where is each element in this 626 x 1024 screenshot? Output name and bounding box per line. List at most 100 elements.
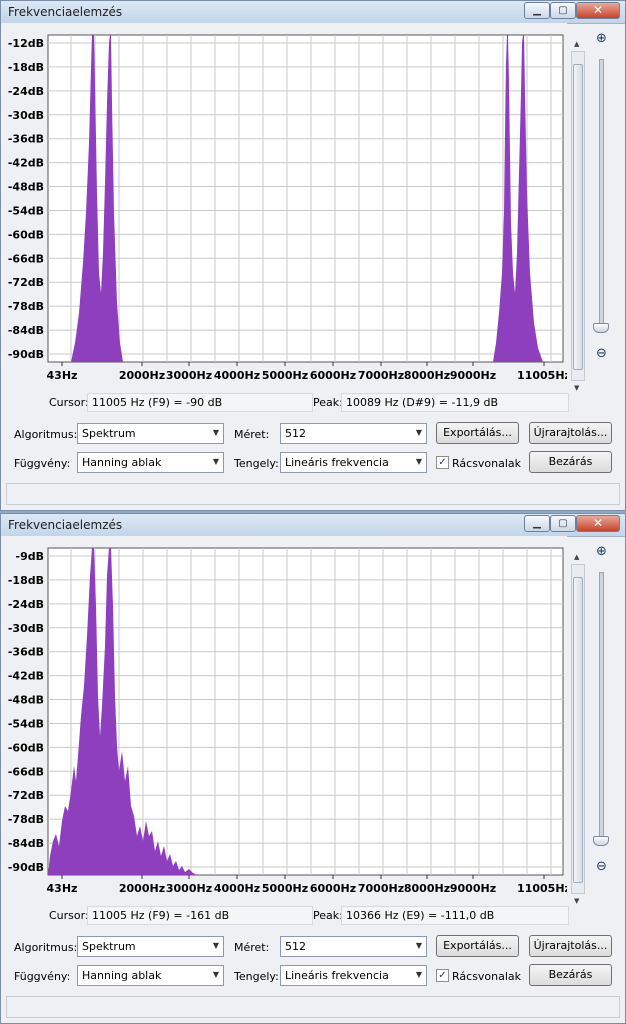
y-tick-label: -84dB: [8, 324, 44, 337]
frequency-analysis-window-2: Frekvenciaelemzés ▁ ▢ ✕ -9dB -18dB -24dB -3…: [0, 513, 626, 1024]
x-tick-label: 4000Hz: [214, 369, 260, 382]
x-tick-label: 4000Hz: [214, 882, 260, 895]
spectrum-chart[interactable]: -12dB -18dB -24dB -30dB -36dB -42dB -48dB -54dB…: [1, 23, 567, 386]
chevron-down-icon: ▼: [212, 457, 219, 466]
y-tick-label: -60dB: [8, 228, 44, 241]
chevron-down-icon: ▼: [415, 941, 422, 950]
maximize-button[interactable]: ▢: [550, 2, 576, 19]
maximize-button[interactable]: ▢: [550, 515, 576, 532]
scroll-up-arrow[interactable]: ▲: [574, 553, 579, 561]
status-bar: [6, 996, 620, 1018]
close-button[interactable]: Bezárás: [529, 451, 612, 473]
algorithm-label: Algoritmus:: [14, 941, 78, 954]
status-bar: [6, 483, 620, 505]
title-bar[interactable]: Frekvenciaelemzés ▁ ▢ ✕: [1, 1, 625, 24]
scroll-down-arrow[interactable]: ▼: [574, 384, 579, 392]
y-tick-label: -42dB: [8, 670, 44, 683]
size-select[interactable]: 512 ▼: [280, 936, 427, 957]
algorithm-select[interactable]: Spektrum ▼: [77, 936, 224, 957]
zoom-in-icon[interactable]: ⊕: [596, 31, 611, 46]
close-window-button[interactable]: ✕: [576, 515, 620, 532]
axis-label: Tengely:: [234, 970, 279, 983]
zoom-slider-thumb[interactable]: [593, 323, 609, 333]
spectrum-plot[interactable]: -9dB -18dB -24dB -30dB -36dB -42dB -48dB -54dB -…: [1, 536, 567, 899]
title-bar[interactable]: Frekvenciaelemzés ▁ ▢ ✕: [1, 514, 625, 537]
y-tick-label: -30dB: [8, 622, 44, 635]
function-select[interactable]: Hanning ablak ▼: [77, 452, 224, 473]
chevron-down-icon: ▼: [212, 970, 219, 979]
y-tick-label: -48dB: [8, 694, 44, 707]
zoom-out-icon[interactable]: ⊖: [596, 346, 611, 361]
y-tick-label: -90dB: [8, 348, 44, 361]
zoom-slider-track[interactable]: [599, 572, 604, 844]
vertical-scrollbar[interactable]: ▲ ▼: [571, 40, 585, 392]
y-tick-label: -24dB: [8, 85, 44, 98]
minimize-button[interactable]: ▁: [524, 2, 550, 19]
spectrum-chart[interactable]: -9dB -18dB -24dB -30dB -36dB -42dB -48dB -54dB -…: [1, 536, 567, 899]
grid-checkbox[interactable]: ✓: [436, 456, 449, 469]
size-value: 512: [285, 427, 306, 440]
zoom-slider-thumb[interactable]: [593, 836, 609, 846]
function-select[interactable]: Hanning ablak ▼: [77, 965, 224, 986]
y-tick-label: -72dB: [8, 789, 44, 802]
algorithm-select[interactable]: Spektrum ▼: [77, 423, 224, 444]
scroll-thumb[interactable]: [573, 577, 583, 883]
y-tick-label: -18dB: [8, 61, 44, 74]
export-button[interactable]: Exportálás...: [436, 422, 519, 444]
redraw-button[interactable]: Újrarajtolás...: [529, 935, 612, 957]
plot-area[interactable]: [47, 34, 564, 363]
chevron-down-icon: ▼: [415, 428, 422, 437]
y-tick-label: -66dB: [8, 252, 44, 265]
x-tick-label: 6000Hz: [310, 369, 356, 382]
cursor-readout: 11005 Hz (F9) = -90 dB: [87, 393, 313, 412]
y-tick-label: -30dB: [8, 109, 44, 122]
scroll-thumb[interactable]: [573, 64, 583, 370]
function-value: Hanning ablak: [82, 969, 162, 982]
grid-checkbox[interactable]: ✓: [436, 969, 449, 982]
algorithm-label: Algoritmus:: [14, 428, 78, 441]
chevron-down-icon: ▼: [212, 428, 219, 437]
y-tick-label: -54dB: [8, 717, 44, 730]
zoom-in-icon[interactable]: ⊕: [596, 544, 611, 559]
peak-readout: 10366 Hz (E9) = -111,0 dB: [341, 906, 569, 925]
x-tick-label: 5000Hz: [262, 369, 308, 382]
export-button[interactable]: Exportálás...: [436, 935, 519, 957]
grid-label[interactable]: Rácsvonalak: [452, 457, 521, 470]
zoom-out-icon[interactable]: ⊖: [596, 859, 611, 874]
chevron-down-icon: ▼: [415, 970, 422, 979]
peak-readout: 10089 Hz (D#9) = -11,9 dB: [341, 393, 569, 412]
y-tick-label: -9dB: [16, 550, 44, 563]
x-tick-label: 3000Hz: [166, 369, 212, 382]
x-tick-label: 5000Hz: [262, 882, 308, 895]
vertical-scrollbar[interactable]: ▲ ▼: [571, 553, 585, 905]
y-tick-label: -24dB: [8, 598, 44, 611]
axis-select[interactable]: Lineáris frekvencia ▼: [280, 452, 427, 473]
x-tick-label: 3000Hz: [166, 882, 212, 895]
function-label: Függvény:: [14, 457, 71, 470]
close-button[interactable]: Bezárás: [529, 964, 612, 986]
redraw-button[interactable]: Újrarajtolás...: [529, 422, 612, 444]
size-value: 512: [285, 940, 306, 953]
close-window-button[interactable]: ✕: [576, 2, 620, 19]
minimize-icon: ▁: [533, 5, 541, 16]
y-tick-label: -90dB: [8, 861, 44, 874]
x-tick-label: 43Hz: [47, 882, 78, 895]
x-tick-label: 43Hz: [47, 369, 78, 382]
chevron-down-icon: ▼: [415, 457, 422, 466]
size-select[interactable]: 512 ▼: [280, 423, 427, 444]
minimize-button[interactable]: ▁: [524, 515, 550, 532]
y-tick-label: -48dB: [8, 181, 44, 194]
spectrum-plot[interactable]: -12dB -18dB -24dB -30dB -36dB -42dB -48dB -54dB…: [1, 23, 567, 386]
zoom-slider-track[interactable]: [599, 59, 604, 331]
grid-label[interactable]: Rácsvonalak: [452, 970, 521, 983]
y-tick-label: -78dB: [8, 813, 44, 826]
size-label: Méret:: [234, 941, 270, 954]
close-icon: ✕: [592, 516, 604, 530]
minimize-icon: ▁: [533, 518, 541, 529]
algorithm-value: Spektrum: [82, 427, 136, 440]
scroll-up-arrow[interactable]: ▲: [574, 40, 579, 48]
axis-select[interactable]: Lineáris frekvencia ▼: [280, 965, 427, 986]
x-tick-label: 9000Hz: [450, 882, 496, 895]
scroll-down-arrow[interactable]: ▼: [574, 897, 579, 905]
maximize-icon: ▢: [558, 518, 568, 529]
